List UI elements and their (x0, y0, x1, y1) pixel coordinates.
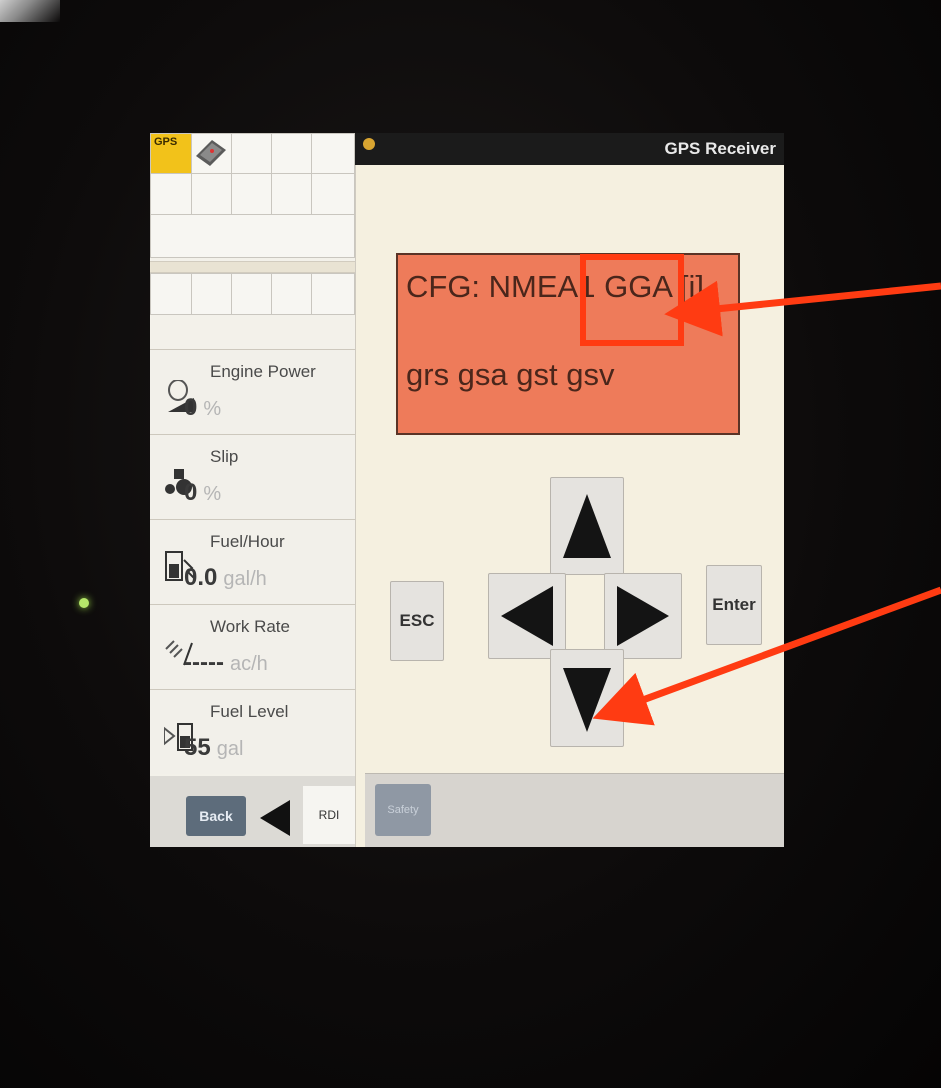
arrow-to-down-button (592, 586, 941, 726)
annotation-arrows (592, 280, 941, 726)
arrow-to-gga (664, 280, 941, 337)
